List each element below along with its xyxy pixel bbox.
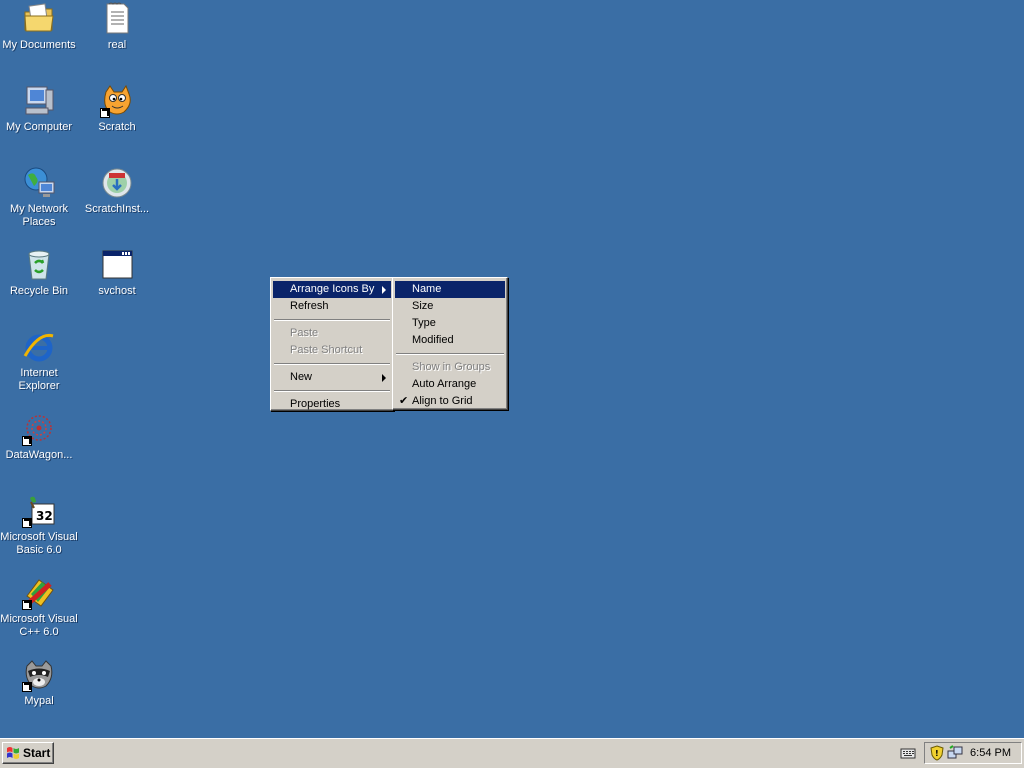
- menu-item-refresh[interactable]: Refresh: [273, 298, 391, 315]
- menu-item-label: Paste Shortcut: [290, 344, 363, 356]
- menu-item-label: Modified: [412, 334, 454, 346]
- submenu-item-size[interactable]: Size: [395, 298, 505, 315]
- desktop-icon-label: Internet Explorer: [18, 367, 60, 392]
- taskbar-clock[interactable]: 6:54 PM: [970, 747, 1011, 759]
- desktop-icon-visual-cpp[interactable]: Microsoft Visual C++ 6.0: [0, 576, 78, 639]
- desktop-icon-label: DataWagon...: [5, 449, 73, 461]
- menu-item-label: Type: [412, 317, 436, 329]
- start-label: Start: [23, 746, 51, 760]
- start-button[interactable]: Start: [2, 742, 54, 764]
- desktop-icon-scratchinst[interactable]: ScratchInst...: [78, 166, 156, 216]
- visual-basic-icon: 32: [22, 494, 56, 528]
- menu-separator: [274, 319, 390, 321]
- menu-item-label: Paste: [290, 327, 319, 339]
- shortcut-arrow-icon: [22, 518, 32, 528]
- desktop-icon-my-network-places[interactable]: My Network Places: [0, 166, 78, 229]
- desktop-icon-visual-basic[interactable]: 32 Microsoft Visual Basic 6.0: [0, 494, 78, 557]
- window-app-icon: [100, 248, 134, 282]
- my-documents-icon: [22, 2, 56, 36]
- menu-item-label: Show in Groups: [412, 361, 491, 373]
- datawagon-icon: [22, 412, 56, 446]
- text-file-icon: [100, 2, 134, 36]
- installer-disc-icon: [100, 166, 134, 200]
- shortcut-arrow-icon: [22, 436, 32, 446]
- shortcut-arrow-icon: [100, 108, 110, 118]
- menu-item-new[interactable]: New: [273, 369, 391, 386]
- taskbar: Start ! 6:54 PM: [0, 738, 1024, 768]
- submenu-item-show-in-groups[interactable]: Show in Groups: [395, 359, 505, 376]
- windows-flag-icon: [6, 746, 20, 760]
- desktop-icon-recycle-bin[interactable]: Recycle Bin: [0, 248, 78, 298]
- desktop-icon-internet-explorer[interactable]: Internet Explorer: [0, 330, 78, 393]
- menu-separator: [396, 353, 504, 355]
- menu-item-properties[interactable]: Properties: [273, 396, 391, 413]
- checkmark-icon: ✔: [399, 395, 409, 407]
- mypal-raccoon-icon: [22, 658, 56, 692]
- desktop-icon-label: Microsoft Visual C++ 6.0: [0, 613, 78, 638]
- desktop-icon-label: ScratchInst...: [84, 203, 150, 215]
- desktop-icon-my-documents[interactable]: My Documents: [0, 2, 78, 52]
- desktop-icon-label: My Documents: [2, 39, 76, 51]
- desktop-icon-label: Mypal: [24, 695, 54, 707]
- desktop-icon-datawagon[interactable]: DataWagon...: [0, 412, 78, 462]
- svg-text:!: !: [935, 749, 939, 758]
- menu-item-label: New: [290, 371, 313, 383]
- desktop-icon-real[interactable]: real: [78, 2, 156, 52]
- desktop-icon-label: Recycle Bin: [9, 285, 69, 297]
- submenu-arrow-icon: [382, 286, 386, 294]
- menu-separator: [274, 363, 390, 365]
- desktop-icon-mypal[interactable]: Mypal: [0, 658, 78, 708]
- system-tray: ! 6:54 PM: [924, 742, 1022, 764]
- desktop-icon-label: My Network Places: [9, 203, 69, 228]
- desktop-icon-scratch[interactable]: Scratch: [78, 84, 156, 134]
- menu-item-label: Size: [412, 300, 434, 312]
- submenu-arrow-icon: [382, 374, 386, 382]
- desktop[interactable]: My Documents real My Computer Scratch My…: [0, 0, 1024, 738]
- menu-item-paste-shortcut[interactable]: Paste Shortcut: [273, 342, 391, 359]
- shortcut-arrow-icon: [22, 682, 32, 692]
- arrange-icons-submenu: Name Size Type Modified Show in Groups A…: [392, 277, 508, 410]
- submenu-item-auto-arrange[interactable]: Auto Arrange: [395, 376, 505, 393]
- submenu-item-modified[interactable]: Modified: [395, 332, 505, 349]
- menu-item-label: Properties: [290, 398, 341, 410]
- submenu-item-align-to-grid[interactable]: ✔ Align to Grid: [395, 393, 505, 410]
- desktop-icon-label: My Computer: [5, 121, 73, 133]
- desktop-icon-label: svchost: [98, 285, 136, 297]
- internet-explorer-icon: [22, 330, 56, 364]
- menu-item-label: Auto Arrange: [412, 378, 477, 390]
- network-connection-icon[interactable]: [947, 745, 963, 761]
- submenu-item-name[interactable]: Name: [395, 281, 505, 298]
- menu-item-label: Arrange Icons By: [290, 283, 375, 295]
- desktop-icon-label: real: [107, 39, 127, 51]
- security-shield-icon[interactable]: !: [930, 745, 944, 761]
- menu-item-label: Refresh: [290, 300, 329, 312]
- my-computer-icon: [22, 84, 56, 118]
- desktop-icon-svchost[interactable]: svchost: [78, 248, 156, 298]
- desktop-icon-label: Microsoft Visual Basic 6.0: [0, 531, 78, 556]
- menu-item-label: Name: [412, 283, 442, 295]
- desktop-icon-my-computer[interactable]: My Computer: [0, 84, 78, 134]
- menu-item-arrange-icons-by[interactable]: Arrange Icons By: [273, 281, 391, 298]
- menu-item-label: Align to Grid: [412, 395, 473, 407]
- menu-item-paste[interactable]: Paste: [273, 325, 391, 342]
- desktop-icon-label: Scratch: [98, 121, 136, 133]
- svg-text:32: 32: [36, 509, 53, 523]
- desktop-context-menu: Arrange Icons By Refresh Paste Paste Sho…: [270, 277, 394, 411]
- visual-cpp-icon: [22, 576, 56, 610]
- shortcut-arrow-icon: [22, 600, 32, 610]
- submenu-item-type[interactable]: Type: [395, 315, 505, 332]
- menu-separator: [274, 390, 390, 392]
- scratch-cat-icon: [100, 84, 134, 118]
- recycle-bin-icon: [22, 248, 56, 282]
- keyboard-icon[interactable]: [900, 746, 916, 760]
- network-places-icon: [22, 166, 56, 200]
